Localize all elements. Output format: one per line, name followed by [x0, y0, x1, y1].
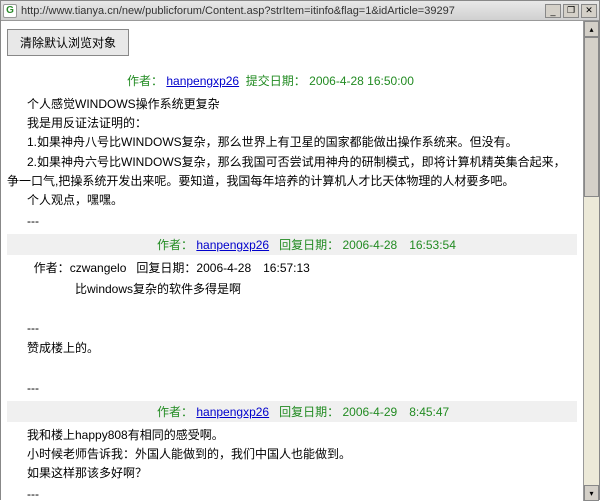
post-line: 我是用反证法证明的： [27, 114, 577, 133]
submit-date-label: 提交日期： [246, 74, 306, 88]
author-label: 作者： [127, 74, 163, 88]
scroll-track[interactable] [584, 37, 599, 485]
author-link[interactable]: hanpengxp26 [166, 74, 239, 88]
post-line: 2.如果神舟六号比WINDOWS复杂，那么我国可否尝试用神舟的研制模式，即将计算… [27, 153, 577, 172]
reply-line: 我和楼上happy808有相同的感受啊。 [27, 426, 577, 445]
reply-date: 2006-4-28 16:53:54 [342, 238, 455, 252]
scroll-up-button[interactable]: ▴ [584, 21, 599, 37]
scroll-thumb[interactable] [584, 37, 599, 197]
post-line: 个人感觉WINDOWS操作系统更复杂 [27, 95, 577, 114]
quoted-author-label: 作者： [34, 261, 70, 275]
post-body: 个人感觉WINDOWS操作系统更复杂 我是用反证法证明的： 1.如果神舟八号比W… [7, 95, 577, 210]
separator: --- [7, 321, 577, 335]
reply-body: 比windows复杂的软件多得是啊 [7, 280, 577, 299]
reply-footer: 赞成楼上的。 [7, 339, 577, 358]
quoted-meta: 作者：czwangelo 回复日期：2006-4-28 16:57:13 [7, 259, 577, 276]
reply-header: 作者： hanpengxp26 回复日期： 2006-4-28 16:53:54 [7, 234, 577, 255]
close-button[interactable]: ✕ [581, 4, 597, 18]
submit-date: 2006-4-28 16:50:00 [309, 74, 414, 88]
favicon: G [3, 4, 17, 18]
reply-date-label: 回复日期： [279, 238, 339, 252]
reply-line: 小时候老师告诉我：外国人能做到的，我们中国人也能做到。 [27, 445, 577, 464]
reply-line: 比windows复杂的软件多得是啊 [75, 280, 577, 299]
post-line: 1.如果神舟八号比WINDOWS复杂，那么世界上有卫星的国家都能做出操作系统来。… [27, 133, 577, 152]
vertical-scrollbar[interactable]: ▴ ▾ [583, 21, 599, 501]
scroll-down-button[interactable]: ▾ [584, 485, 599, 501]
quoted-date: 2006-4-28 16:57:13 [196, 261, 309, 275]
titlebar: G http://www.tianya.cn/new/publicforum/C… [1, 1, 599, 21]
post-header: 作者： hanpengxp26 提交日期： 2006-4-28 16:50:00 [7, 70, 577, 91]
separator: --- [7, 487, 577, 501]
maximize-button[interactable]: ❐ [563, 4, 579, 18]
author-link[interactable]: hanpengxp26 [196, 405, 269, 419]
post-line: 个人观点，嘿嘿。 [27, 191, 577, 210]
quoted-date-label: 回复日期： [136, 261, 196, 275]
window-controls: _ ❐ ✕ [545, 4, 597, 18]
separator: --- [7, 214, 577, 228]
author-link[interactable]: hanpengxp26 [196, 238, 269, 252]
author-label: 作者： [157, 238, 193, 252]
reply-date: 2006-4-29 8:45:47 [342, 405, 449, 419]
url-text: http://www.tianya.cn/new/publicforum/Con… [21, 5, 545, 17]
reply-date-label: 回复日期： [279, 405, 339, 419]
clear-default-button[interactable]: 清除默认浏览对象 [7, 29, 129, 56]
quoted-author: czwangelo [70, 261, 127, 275]
author-label: 作者： [157, 405, 193, 419]
post-line: 争一口气,把操系统开发出来呢。要知道，我国每年培养的计算机人才比天体物理的人材要… [7, 172, 577, 191]
reply-header: 作者： hanpengxp26 回复日期： 2006-4-29 8:45:47 [7, 401, 577, 422]
reply-body: 我和楼上happy808有相同的感受啊。 小时候老师告诉我：外国人能做到的，我们… [7, 426, 577, 484]
reply-line: 如果这样那该多好啊？ [27, 464, 577, 483]
separator: --- [7, 381, 577, 395]
content-area: 清除默认浏览对象 作者： hanpengxp26 提交日期： 2006-4-28… [1, 21, 583, 501]
minimize-button[interactable]: _ [545, 4, 561, 18]
